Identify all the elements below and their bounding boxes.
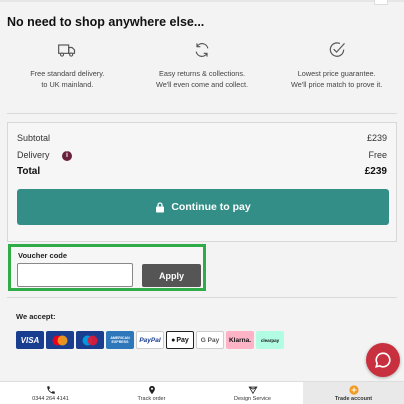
lock-icon (156, 201, 165, 212)
info-icon[interactable]: i (62, 150, 73, 161)
nav-design-service-label: Design Service (234, 395, 271, 402)
payment-methods: VISA AMERICAN EXPRESS PayPal ● Pay G Pay … (16, 331, 286, 349)
delivery-label: Delivery (17, 150, 50, 160)
benefit-line1: Free standard delivery. (30, 69, 105, 78)
benefit-line2: We'll even come and collect. (155, 80, 249, 89)
nav-phone-label: 0344 264 4141 (32, 395, 69, 402)
plus-circle-icon (348, 384, 359, 395)
nav-phone[interactable]: 0344 264 4141 (0, 382, 101, 404)
mastercard-card-icon (46, 331, 74, 349)
section-heading: No need to shop anywhere else... (7, 15, 205, 29)
chat-bubble-icon (375, 352, 391, 368)
subtotal-row: Subtotal £239 (17, 133, 387, 143)
chat-button[interactable] (366, 343, 400, 377)
continue-to-pay-button[interactable]: Continue to pay (17, 189, 389, 225)
maestro-card-icon (76, 331, 104, 349)
total-value: £239 (364, 166, 387, 177)
divider (7, 297, 397, 298)
voucher-section: Voucher code Apply (8, 244, 206, 291)
amex-card-icon: AMERICAN EXPRESS (106, 331, 134, 349)
top-edge (0, 0, 404, 2)
top-corner-tab (374, 0, 388, 5)
apply-button[interactable]: Apply (142, 264, 201, 287)
delivery-row: Delivery i Free (17, 150, 387, 161)
benefits-row: Free standard delivery. to UK mainland. … (0, 40, 404, 110)
nav-track-order-label: Track order (137, 395, 166, 402)
voucher-code-input[interactable] (17, 263, 133, 287)
phone-icon (46, 385, 55, 394)
visa-card-icon: VISA (16, 331, 44, 349)
apple-pay-card-icon: ● Pay (166, 331, 194, 349)
total-row: Total £239 (17, 166, 387, 177)
subtotal-value: £239 (366, 133, 387, 143)
google-pay-card-icon: G Pay (196, 331, 224, 349)
nav-trade-account-label: Trade account (334, 395, 373, 402)
subtotal-label: Subtotal (17, 133, 51, 143)
design-diamond-icon (248, 386, 257, 394)
delivery-value: Free (368, 150, 387, 160)
benefit-line2: to UK mainland. (41, 80, 94, 89)
nav-track-order[interactable]: Track order (101, 382, 202, 404)
klarna-card-icon: Klarna. (226, 331, 254, 349)
order-summary: Subtotal £239 Delivery i Free Total £239… (7, 122, 397, 242)
voucher-label: Voucher code (18, 251, 68, 260)
benefit-line1: Easy returns & collections. (159, 69, 245, 78)
clearpay-card-icon: clearpay (256, 331, 284, 349)
benefit-returns: Easy returns & collections. We'll even c… (135, 40, 270, 110)
nav-design-service[interactable]: Design Service (202, 382, 303, 404)
we-accept-label: We accept: (16, 312, 56, 321)
paypal-card-icon: PayPal (136, 331, 164, 349)
returns-arrows-icon (195, 43, 209, 57)
benefit-price: Lowest price guarantee. We'll price matc… (269, 40, 404, 110)
benefit-line1: Lowest price guarantee. (297, 69, 376, 78)
divider (7, 113, 397, 114)
bottom-nav: 0344 264 4141 Track order Design Service… (0, 381, 404, 404)
price-tick-icon (329, 42, 345, 57)
location-pin-icon (148, 385, 155, 394)
apple-logo-icon: ● (171, 336, 176, 344)
benefit-line2: We'll price match to prove it. (291, 80, 383, 89)
benefit-delivery: Free standard delivery. to UK mainland. (0, 40, 135, 110)
apple-pay-label: Pay (176, 336, 189, 344)
total-label: Total (17, 166, 41, 177)
nav-trade-account[interactable]: Trade account (303, 382, 404, 404)
delivery-truck-icon (58, 44, 76, 57)
continue-to-pay-label: Continue to pay (171, 201, 251, 213)
